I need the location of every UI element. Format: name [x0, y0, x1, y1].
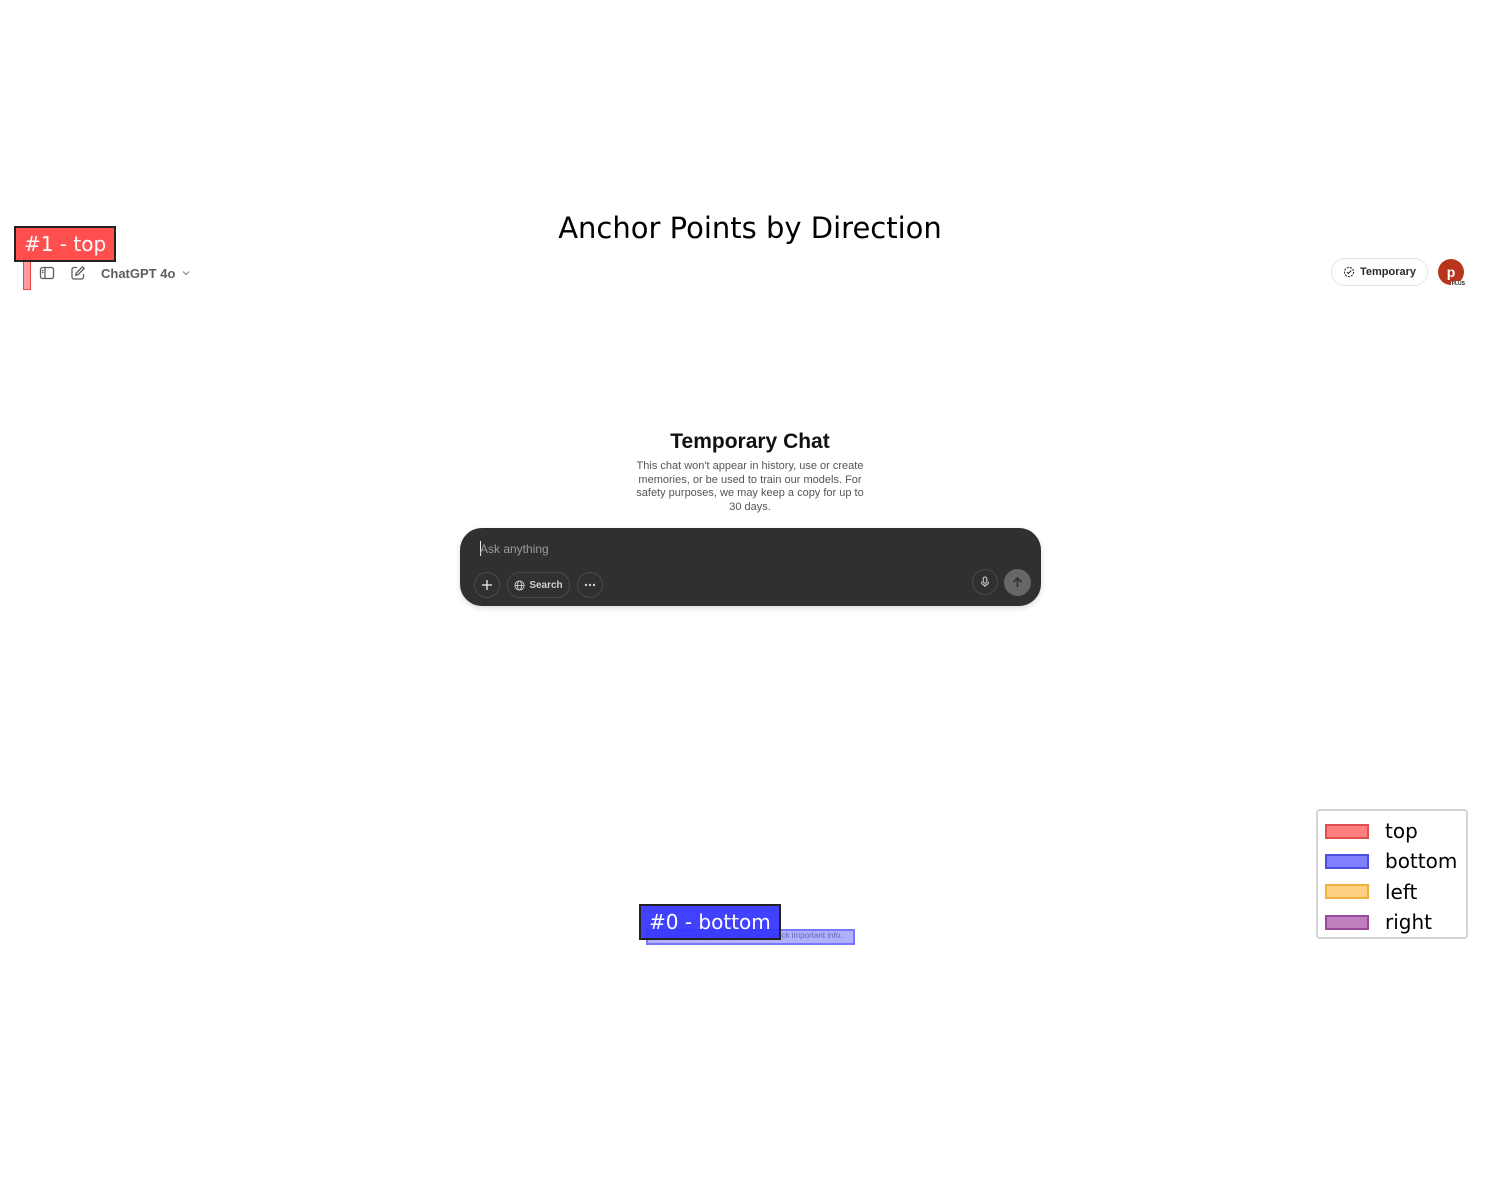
composer: Search	[460, 528, 1041, 606]
search-label: Search	[529, 579, 563, 591]
legend-item-bottom: bottom	[1325, 846, 1466, 876]
avatar-initial: p	[1446, 264, 1456, 280]
legend-swatch	[1325, 914, 1369, 930]
legend: top bottom left right	[1316, 809, 1468, 939]
sidebar-icon	[39, 266, 55, 280]
search-button[interactable]: Search	[507, 572, 570, 598]
chat-app: ChatGPT 4o Temporary p PLUS Temporary Ch…	[0, 250, 1500, 950]
legend-swatch	[1325, 884, 1369, 900]
legend-item-left: left	[1325, 877, 1466, 907]
figure-title: Anchor Points by Direction	[558, 211, 942, 245]
temporary-chat-toggle[interactable]: Temporary	[1330, 258, 1428, 286]
globe-icon	[514, 579, 525, 591]
legend-swatch	[1325, 853, 1369, 869]
plus-icon	[482, 580, 492, 590]
model-picker[interactable]: ChatGPT 4o	[101, 266, 191, 281]
legend-label: top	[1385, 819, 1418, 844]
legend-label: bottom	[1385, 849, 1458, 874]
legend-item-right: right	[1325, 907, 1466, 937]
sidebar-toggle-button[interactable]	[36, 262, 58, 284]
legend-label: left	[1385, 879, 1418, 904]
temporary-chat-intro: Temporary Chat This chat won't appear in…	[0, 430, 1500, 515]
send-button[interactable]	[1004, 569, 1031, 596]
topbar-right: Temporary p PLUS	[1330, 258, 1466, 287]
plan-badge: PLUS	[1450, 281, 1466, 287]
page-title: Temporary Chat	[670, 430, 830, 453]
anchor-tag-top: #1 - top	[14, 226, 117, 262]
model-label: ChatGPT 4o	[101, 265, 176, 281]
dictate-button[interactable]	[972, 569, 998, 595]
more-tools-button[interactable]	[577, 572, 603, 598]
microphone-icon	[980, 576, 990, 587]
temporary-chat-icon	[1343, 266, 1355, 278]
edit-icon	[71, 265, 86, 280]
topbar-left: ChatGPT 4o	[36, 262, 191, 284]
new-chat-button[interactable]	[67, 262, 89, 284]
avatar[interactable]: p PLUS	[1438, 259, 1466, 287]
arrow-up-icon	[1012, 576, 1023, 587]
chevron-down-icon	[182, 271, 190, 276]
temporary-chat-description: This chat won't appear in history, use o…	[636, 460, 864, 514]
legend-item-top: top	[1325, 816, 1466, 846]
attach-button[interactable]	[474, 572, 500, 598]
anchor-tag-bottom: #0 - bottom	[639, 904, 781, 940]
prompt-input[interactable]	[480, 539, 960, 559]
ellipsis-icon	[584, 583, 596, 587]
temporary-label: Temporary	[1359, 266, 1416, 278]
legend-swatch	[1325, 823, 1369, 839]
legend-label: right	[1385, 910, 1432, 935]
